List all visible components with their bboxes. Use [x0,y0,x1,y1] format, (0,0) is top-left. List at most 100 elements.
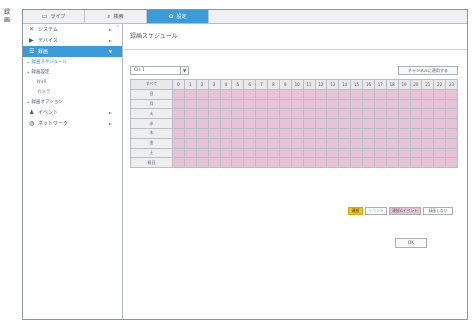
schedule-cell[interactable] [278,127,292,139]
schedule-cell[interactable] [267,127,280,139]
schedule-cell[interactable] [290,108,304,120]
schedule-cell[interactable] [278,108,292,120]
schedule-cell[interactable] [362,108,375,120]
schedule-cell[interactable] [314,118,328,129]
schedule-cell[interactable] [290,98,304,110]
schedule-cell[interactable] [207,108,221,120]
schedule-cell[interactable] [231,147,245,159]
schedule-cell[interactable] [421,127,435,139]
hour-header[interactable]: 15 [350,79,363,90]
schedule-cell[interactable] [433,88,447,100]
schedule-cell[interactable] [385,118,399,129]
schedule-cell[interactable] [433,127,447,139]
schedule-cell[interactable] [433,137,447,149]
hour-header[interactable]: 1 [183,79,197,90]
schedule-cell[interactable] [255,157,268,169]
schedule-cell[interactable] [433,118,447,129]
schedule-cell[interactable] [421,147,435,159]
schedule-cell[interactable] [267,157,280,169]
schedule-cell[interactable] [302,98,316,110]
hour-header[interactable]: 6 [243,79,257,90]
schedule-cell[interactable] [231,118,245,129]
sidebar-item-record[interactable]: ☰ 録画 ▼ [23,46,122,57]
tab-settings[interactable]: ✿ 設定 [147,10,209,23]
schedule-cell[interactable] [409,108,423,120]
schedule-cell[interactable] [278,118,292,129]
schedule-cell[interactable] [445,147,458,159]
schedule-cell[interactable] [195,137,209,149]
schedule-cell[interactable] [362,147,375,159]
day-label[interactable]: 金 [130,137,173,149]
schedule-cell[interactable] [385,127,399,139]
hour-header[interactable]: 0 [172,79,185,90]
schedule-cell[interactable] [397,108,411,120]
select-all-header[interactable]: すべて [130,79,173,90]
schedule-cell[interactable] [219,108,233,120]
schedule-cell[interactable] [207,98,221,110]
schedule-cell[interactable] [219,118,233,129]
schedule-cell[interactable] [409,118,423,129]
schedule-cell[interactable] [183,147,197,159]
schedule-cell[interactable] [314,157,328,169]
schedule-cell[interactable] [255,88,268,100]
schedule-cell[interactable] [314,98,328,110]
day-label[interactable]: 土 [130,147,173,159]
legend-continuous[interactable]: 連続 [348,207,363,215]
hour-header[interactable]: 14 [338,79,352,90]
schedule-cell[interactable] [445,98,458,110]
schedule-cell[interactable] [195,118,209,129]
schedule-cell[interactable] [409,98,423,110]
schedule-cell[interactable] [243,147,257,159]
schedule-cell[interactable] [362,98,375,110]
schedule-cell[interactable] [362,157,375,169]
schedule-cell[interactable] [302,118,316,129]
schedule-cell[interactable] [397,127,411,139]
hour-header[interactable]: 4 [219,79,233,90]
schedule-cell[interactable] [362,88,375,100]
schedule-cell[interactable] [326,108,340,120]
schedule-cell[interactable] [445,157,458,169]
schedule-cell[interactable] [183,157,197,169]
hour-header[interactable]: 2 [195,79,209,90]
schedule-cell[interactable] [433,98,447,110]
schedule-cell[interactable] [243,157,257,169]
schedule-cell[interactable] [195,98,209,110]
legend-no-record[interactable]: 録画しない [423,207,453,215]
schedule-cell[interactable] [243,127,257,139]
schedule-cell[interactable] [243,88,257,100]
schedule-cell[interactable] [278,147,292,159]
day-label[interactable]: 木 [130,127,173,139]
schedule-cell[interactable] [362,137,375,149]
schedule-cell[interactable] [445,127,458,139]
schedule-cell[interactable] [255,147,268,159]
schedule-cell[interactable] [290,157,304,169]
hour-header[interactable]: 21 [421,79,435,90]
schedule-cell[interactable] [326,137,340,149]
schedule-cell[interactable] [255,118,268,129]
schedule-cell[interactable] [373,157,387,169]
ok-button[interactable]: OK [395,238,427,248]
sidebar-sub-record-option[interactable]: • 録画オプション [23,97,122,107]
hour-header[interactable]: 22 [433,79,447,90]
schedule-cell[interactable] [433,157,447,169]
schedule-cell[interactable] [373,127,387,139]
hour-header[interactable]: 11 [302,79,316,90]
schedule-cell[interactable] [219,147,233,159]
schedule-cell[interactable] [350,108,363,120]
schedule-cell[interactable] [350,88,363,100]
sidebar-sub-record-setup[interactable]: • 録画設定 [23,67,122,77]
schedule-cell[interactable] [433,147,447,159]
schedule-cell[interactable] [326,147,340,159]
schedule-cell[interactable] [314,127,328,139]
schedule-cell[interactable] [290,88,304,100]
hour-header[interactable]: 7 [255,79,268,90]
hour-header[interactable]: 17 [373,79,387,90]
schedule-cell[interactable] [195,108,209,120]
hour-header[interactable]: 13 [326,79,340,90]
schedule-cell[interactable] [373,88,387,100]
schedule-cell[interactable] [290,137,304,149]
schedule-cell[interactable] [409,127,423,139]
day-label[interactable]: 月 [130,98,173,110]
schedule-cell[interactable] [278,157,292,169]
sidebar-item-event[interactable]: ♟ イベント ► [23,107,122,118]
